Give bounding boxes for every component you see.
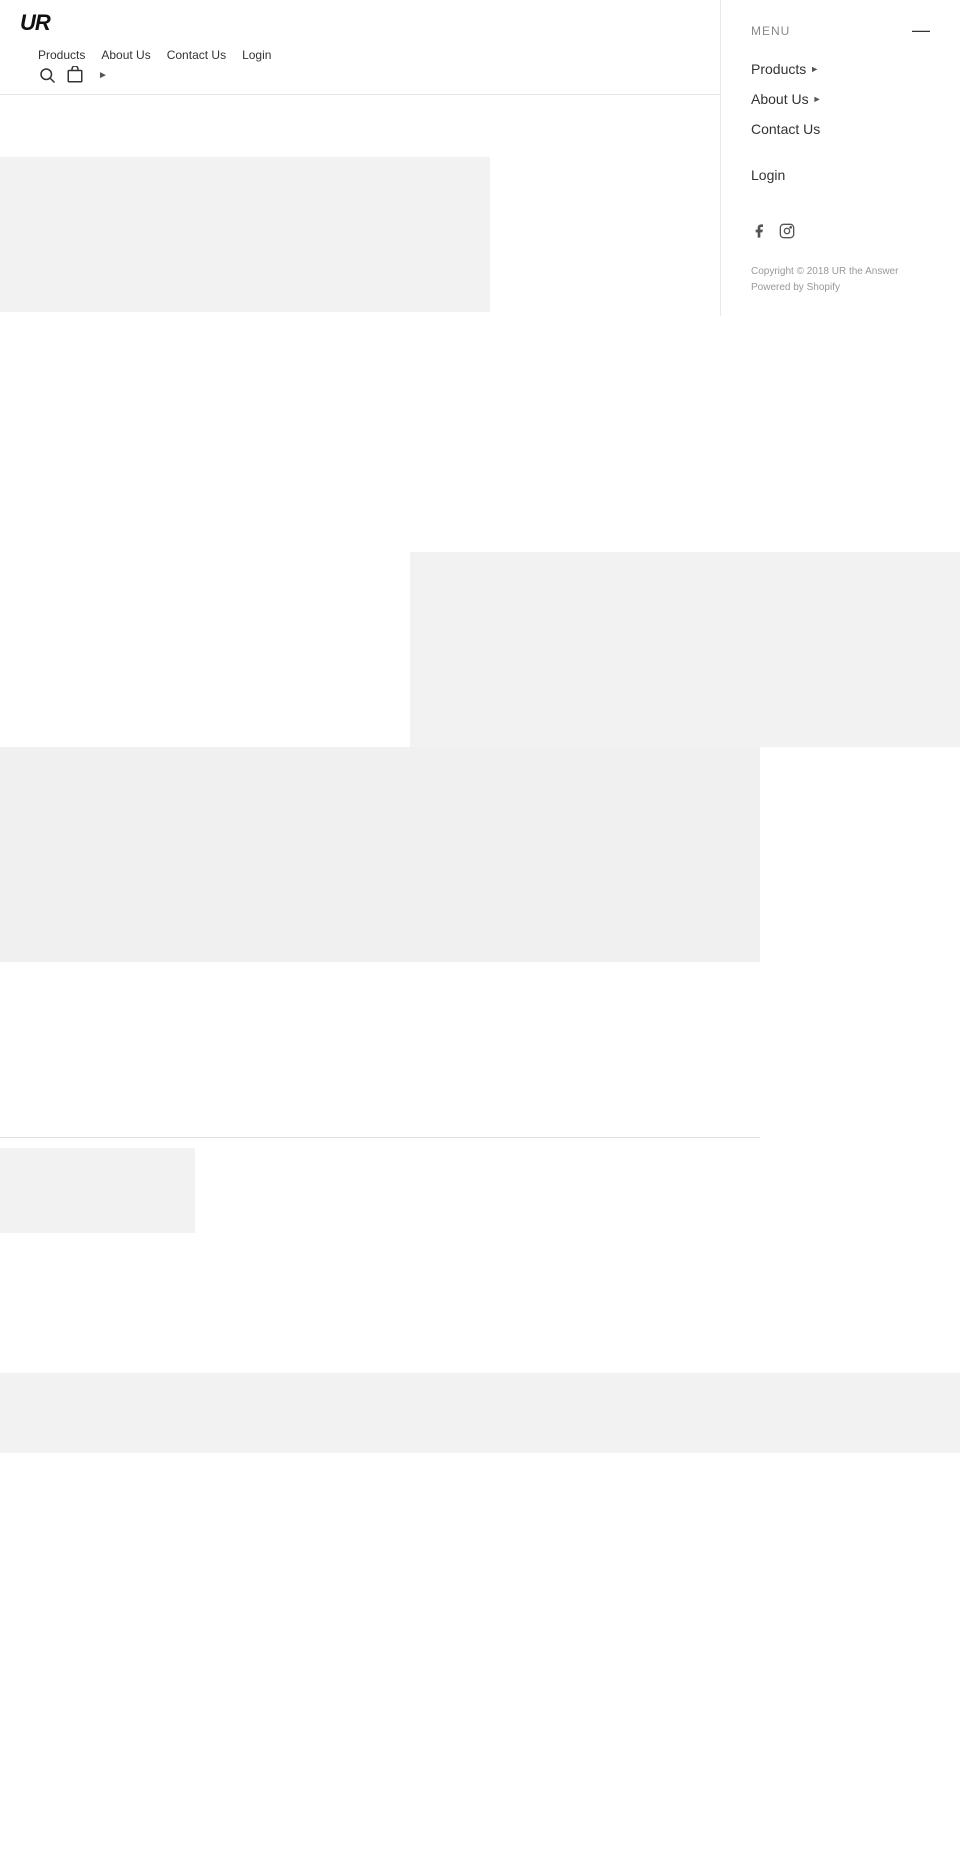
side-menu-about[interactable]: About Us ► <box>751 91 930 107</box>
logo[interactable]: UR <box>20 12 50 35</box>
hero-image-block <box>0 157 490 312</box>
nav-login[interactable]: Login <box>242 48 271 62</box>
nav-products[interactable]: Products <box>38 48 85 62</box>
full-gray-block <box>0 747 760 962</box>
side-menu-products[interactable]: Products ► <box>751 61 930 77</box>
content-whitespace-2 <box>0 962 960 1137</box>
nav-icons: ► <box>38 66 108 84</box>
two-col-section <box>0 552 960 747</box>
side-menu-panel: MENU — Products ► About Us ► Contact Us … <box>720 0 960 316</box>
cart-icon[interactable] <box>66 66 84 84</box>
search-icon[interactable] <box>38 66 56 84</box>
content-whitespace-1 <box>0 312 960 552</box>
footer-bar <box>0 1373 960 1453</box>
menu-close-button[interactable]: — <box>912 20 930 41</box>
main-content <box>0 157 960 1453</box>
expand-arrow-icon[interactable]: ► <box>98 70 108 81</box>
product-thumbnail <box>0 1148 195 1233</box>
side-menu-contact[interactable]: Contact Us <box>751 121 930 137</box>
about-sub-arrow-icon: ► <box>813 94 822 104</box>
side-menu-items: Products ► About Us ► Contact Us <box>751 61 930 137</box>
col-white-left <box>0 552 410 747</box>
nav-about[interactable]: About Us <box>101 48 150 62</box>
side-menu-copyright: Copyright © 2018 UR the Answer Powered b… <box>751 264 930 296</box>
side-menu-login[interactable]: Login <box>751 167 930 183</box>
product-row <box>0 1138 960 1233</box>
menu-label: MENU <box>751 24 790 38</box>
products-sub-arrow-icon: ► <box>810 64 819 74</box>
main-nav: Products About Us Contact Us Login <box>38 48 271 62</box>
side-menu-social <box>751 223 930 244</box>
instagram-icon[interactable] <box>779 223 795 244</box>
logo-text: UR <box>20 10 50 35</box>
nav-contact[interactable]: Contact Us <box>167 48 226 62</box>
product-info <box>199 1148 499 1233</box>
side-menu-header: MENU — <box>751 20 930 41</box>
facebook-icon[interactable] <box>751 223 767 244</box>
content-whitespace-3 <box>0 1233 960 1373</box>
col-gray-right <box>410 552 960 747</box>
